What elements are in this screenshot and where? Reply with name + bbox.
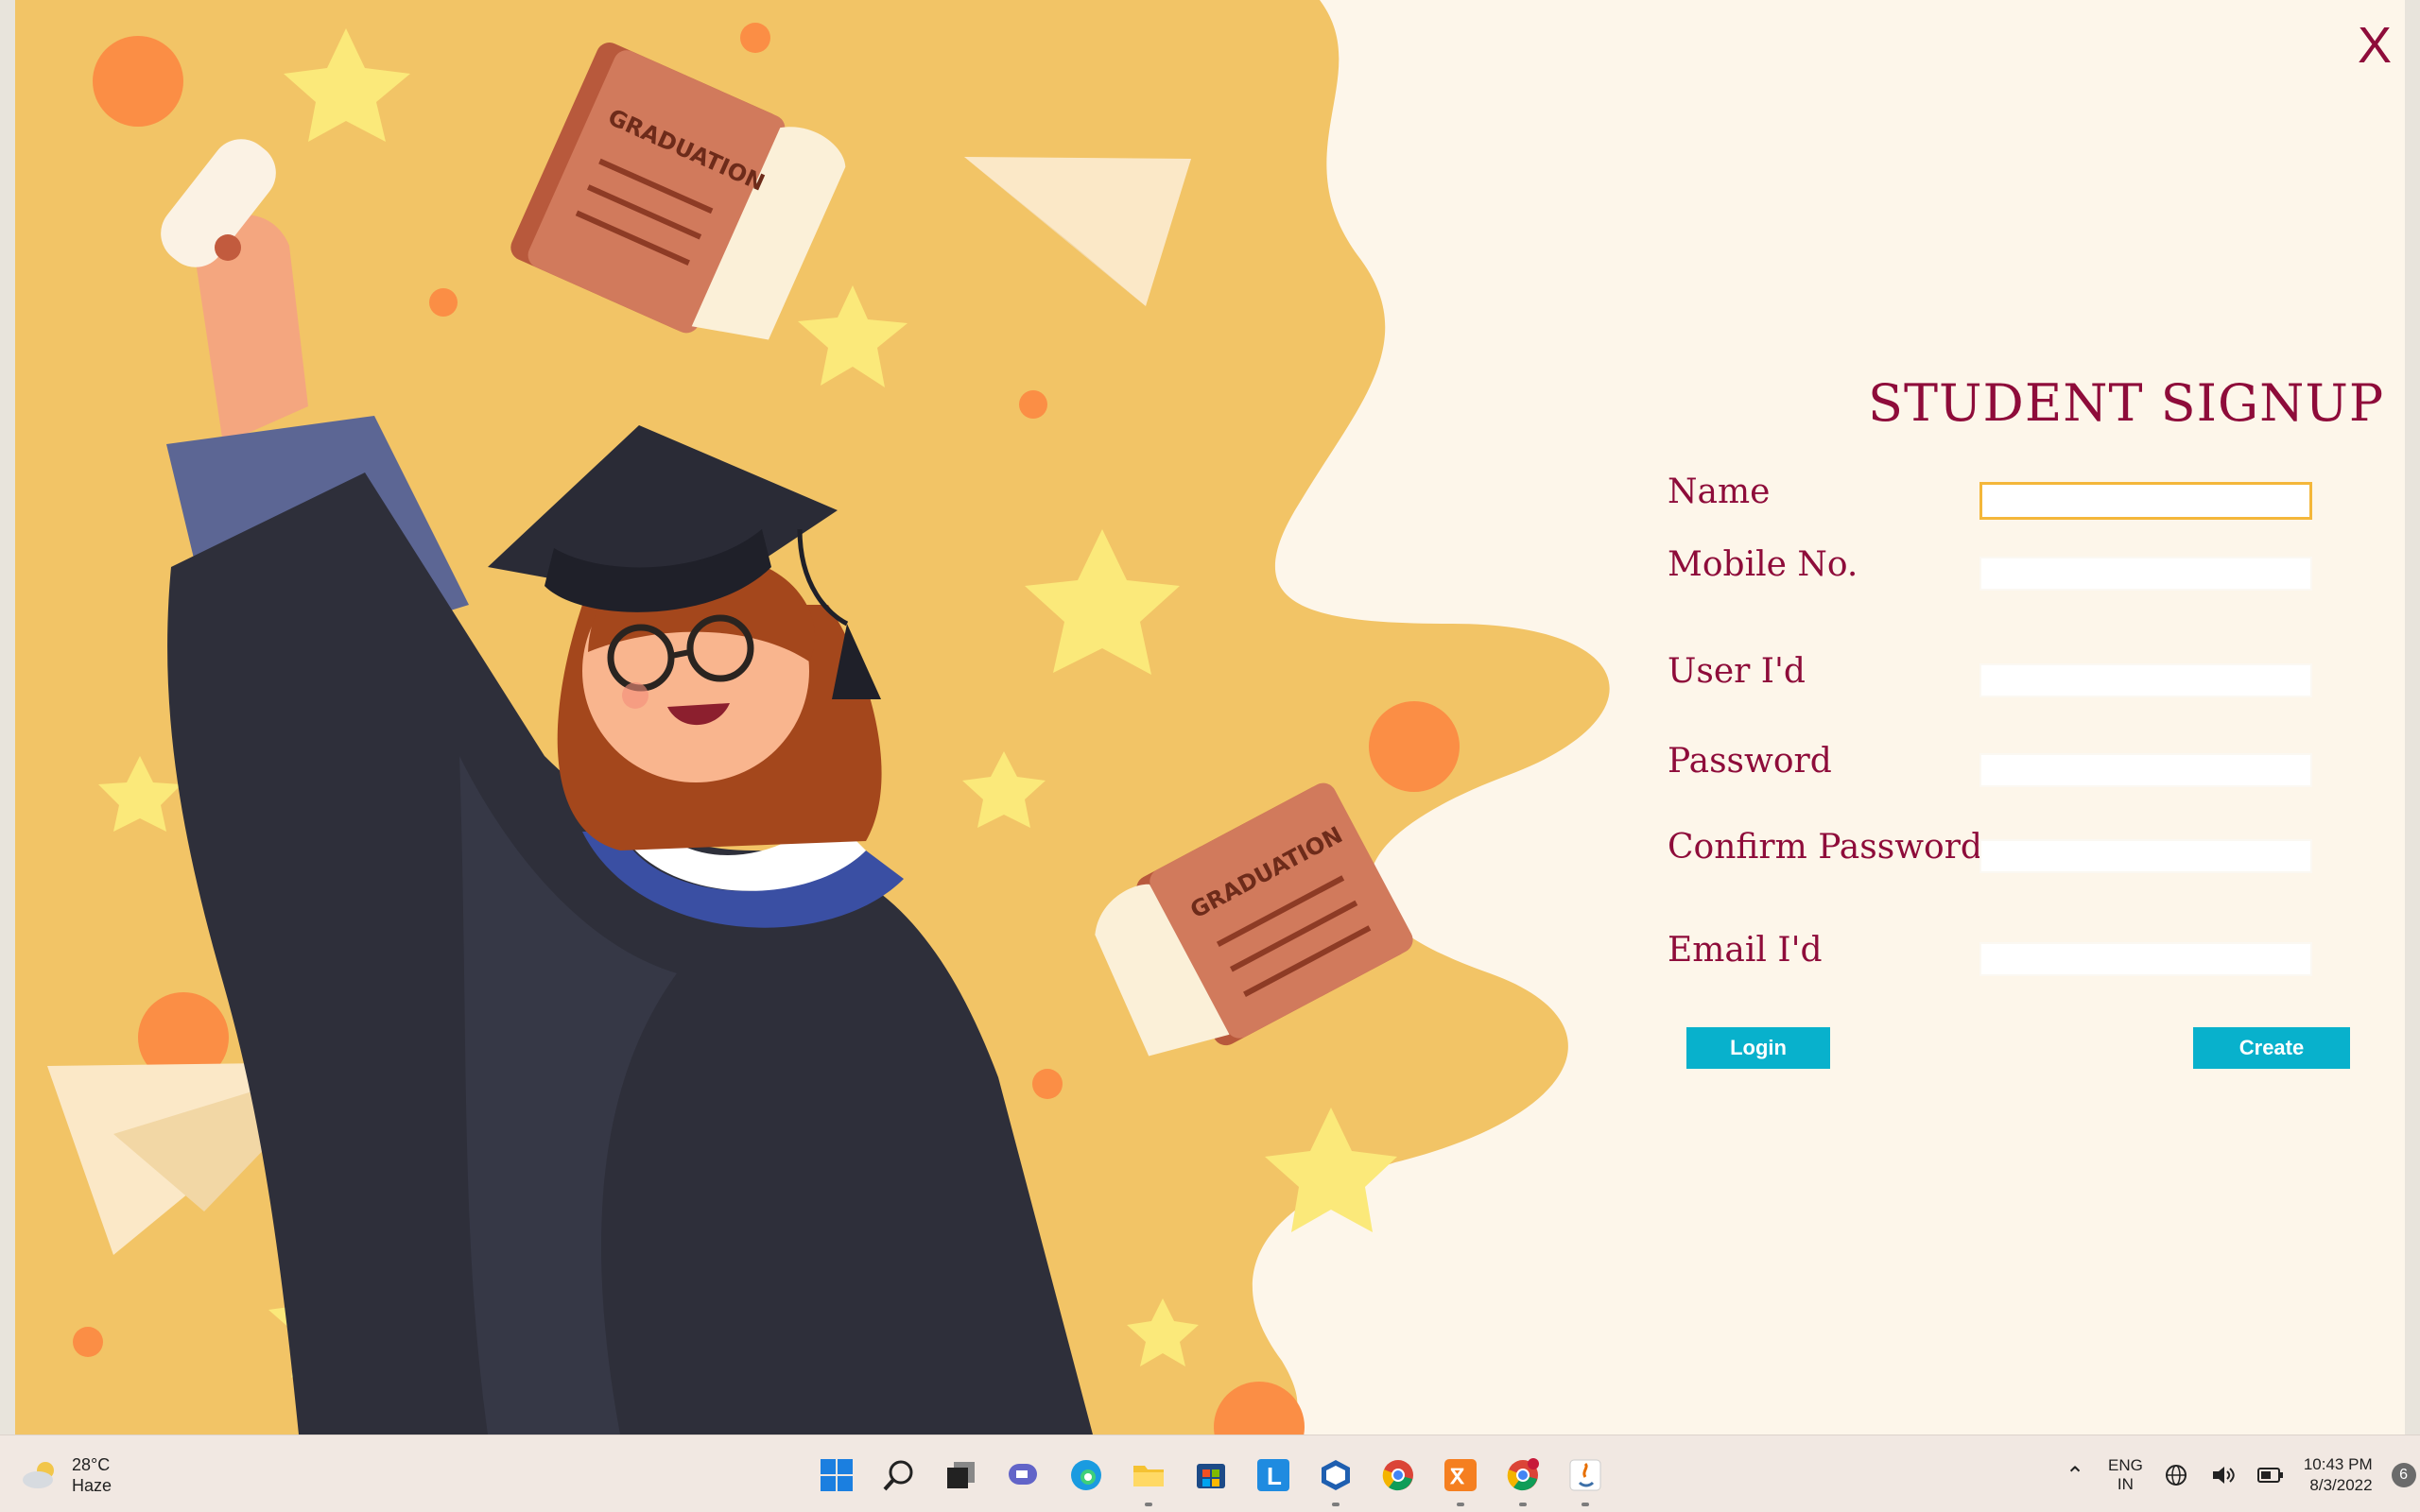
svg-text:L: L: [1267, 1462, 1282, 1490]
email-field[interactable]: [1979, 942, 2312, 976]
system-tray: ⌃ ENG IN 10:43 PM 8/3/2022 6: [2061, 1447, 2416, 1503]
signup-window: GRADUATION GRADUATION X STUDENT SIGNUP N…: [15, 0, 2405, 1435]
orange-dot: [1019, 390, 1047, 419]
store-icon[interactable]: [1187, 1452, 1235, 1499]
teams-chat-icon[interactable]: [1000, 1452, 1047, 1499]
volume-icon[interactable]: [2209, 1461, 2238, 1489]
file-explorer-icon[interactable]: [1125, 1452, 1172, 1506]
start-icon[interactable]: [813, 1452, 860, 1499]
page-title: STUDENT SIGNUP: [1868, 373, 2385, 433]
clock-date: 8/3/2022: [2309, 1476, 2373, 1494]
network-globe-icon[interactable]: [2162, 1461, 2190, 1489]
user-id-label: User I'd: [1668, 652, 1806, 691]
orange-dot: [1369, 701, 1460, 792]
edge-icon[interactable]: [1063, 1452, 1110, 1499]
close-button[interactable]: X: [2348, 17, 2401, 74]
mobile-label: Mobile No.: [1668, 545, 1858, 584]
lang-bottom: IN: [2117, 1475, 2134, 1493]
language-indicator[interactable]: ENG IN: [2108, 1456, 2143, 1494]
chrome-profile-icon[interactable]: [1499, 1452, 1547, 1506]
notification-badge[interactable]: 6: [2391, 1463, 2416, 1487]
chrome-icon[interactable]: [1374, 1452, 1422, 1499]
mobile-field[interactable]: [1979, 557, 2312, 591]
taskbar: 28°C Haze L ⴳ ⌃ ENG IN 10:43 PM 8/3/2022…: [0, 1435, 2420, 1512]
orange-dot: [429, 288, 458, 317]
confirm-password-field[interactable]: [1979, 839, 2312, 873]
name-field[interactable]: [1979, 482, 2312, 520]
create-button[interactable]: Create: [2193, 1027, 2350, 1069]
search-icon[interactable]: [875, 1452, 923, 1499]
haze-cloud-icon: [21, 1459, 60, 1491]
graduation-illustration: GRADUATION GRADUATION: [15, 0, 1610, 1435]
user-id-field[interactable]: [1979, 663, 2312, 697]
battery-icon[interactable]: [2256, 1461, 2285, 1489]
launcher-l-icon[interactable]: L: [1250, 1452, 1297, 1499]
orange-dot: [93, 36, 183, 127]
confirm-password-label: Confirm Password: [1668, 828, 1982, 867]
login-button[interactable]: Login: [1686, 1027, 1830, 1069]
clock-time: 10:43 PM: [2303, 1455, 2373, 1473]
lang-top: ENG: [2108, 1456, 2143, 1474]
name-label: Name: [1668, 472, 1771, 511]
weather-widget[interactable]: 28°C Haze: [21, 1449, 112, 1502]
virtualbox-icon[interactable]: [1312, 1452, 1359, 1506]
svg-text:ⴳ: ⴳ: [1449, 1465, 1465, 1488]
xampp-icon[interactable]: ⴳ: [1437, 1452, 1484, 1506]
password-field[interactable]: [1979, 753, 2312, 787]
weather-condition: Haze: [72, 1476, 112, 1495]
java-icon[interactable]: [1562, 1452, 1609, 1506]
orange-dot: [73, 1327, 103, 1357]
clock[interactable]: 10:43 PM 8/3/2022: [2304, 1454, 2373, 1496]
task-view-icon[interactable]: [938, 1452, 985, 1499]
taskbar-app-list: L ⴳ: [813, 1452, 1609, 1506]
orange-dot: [1032, 1069, 1063, 1099]
chevron-up-icon[interactable]: ⌃: [2061, 1461, 2089, 1489]
password-label: Password: [1668, 742, 1832, 781]
weather-temp: 28°C: [72, 1455, 111, 1474]
email-label: Email I'd: [1668, 931, 1823, 970]
orange-dot: [740, 23, 770, 53]
